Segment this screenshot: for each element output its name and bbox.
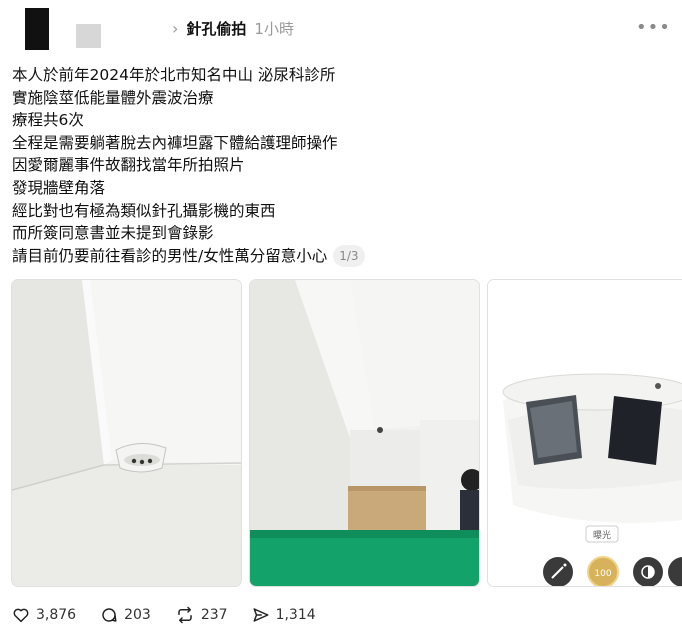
chevron-right-icon: ›: [172, 18, 179, 38]
action-bar: 3,876 203 237 1,314: [12, 606, 340, 624]
photo-3-scene: 曝光 100: [488, 280, 682, 586]
repost-button[interactable]: 237: [175, 606, 228, 624]
exposure-badge-label: 曝光: [593, 529, 611, 541]
post-time: 1小時: [254, 19, 294, 38]
heart-icon: [13, 608, 29, 623]
share-button[interactable]: 1,314: [252, 606, 316, 624]
post-line: 因愛爾麗事件故翻找當年所拍照片: [12, 156, 245, 175]
post-line: 經比對也有極為類似針孔攝影機的東西: [12, 201, 276, 220]
post-line: 全程是需要躺著脫去內褲坦露下體給護理師操作: [12, 133, 338, 152]
more-icon[interactable]: •••: [636, 17, 671, 38]
photo-2-scene: [250, 280, 479, 586]
post-photo-2[interactable]: [249, 279, 480, 587]
post-line: 實施陰莖低能量體外震波治療: [12, 88, 214, 107]
post-header: › 針孔偷拍 1小時: [172, 17, 294, 39]
like-count: 3,876: [36, 607, 77, 623]
author-name[interactable]: 針孔偷拍: [186, 18, 246, 39]
post-line: 發現牆壁角落: [12, 178, 106, 197]
repost-count: 237: [200, 607, 228, 623]
post-photo-3[interactable]: 曝光 100: [487, 279, 682, 587]
post-line: 療程共6次: [12, 111, 84, 130]
share-count: 1,314: [275, 607, 316, 623]
photo-1-scene: [12, 280, 241, 586]
post-line: 請目前仍要前往看診的男性/女性萬分留意小心: [12, 246, 328, 265]
post-body: 本人於前年2024年於北市知名中山 泌尿科診所 實施陰莖低能量體外震波治療 療程…: [12, 64, 432, 268]
avatar-secondary: [76, 24, 101, 48]
like-button[interactable]: 3,876: [12, 606, 76, 624]
camera-device-icon: [115, 443, 167, 473]
image-counter: 1/3: [333, 245, 365, 268]
post-photo-1[interactable]: [11, 279, 242, 587]
post-line: 本人於前年2024年於北市知名中山 泌尿科診所: [12, 66, 336, 84]
comment-count: 203: [124, 607, 151, 623]
comment-icon: [102, 608, 117, 622]
post-line-last: 請目前仍要前往看診的男性/女性萬分留意小心 1/3: [12, 245, 432, 268]
post-line: 而所簽同意書並未提到會錄影: [12, 224, 214, 243]
repost-icon: [178, 606, 192, 624]
share-icon: [253, 608, 269, 622]
avatar[interactable]: [25, 8, 49, 50]
exposure-value: 100: [594, 569, 611, 579]
comment-button[interactable]: 203: [100, 606, 151, 624]
